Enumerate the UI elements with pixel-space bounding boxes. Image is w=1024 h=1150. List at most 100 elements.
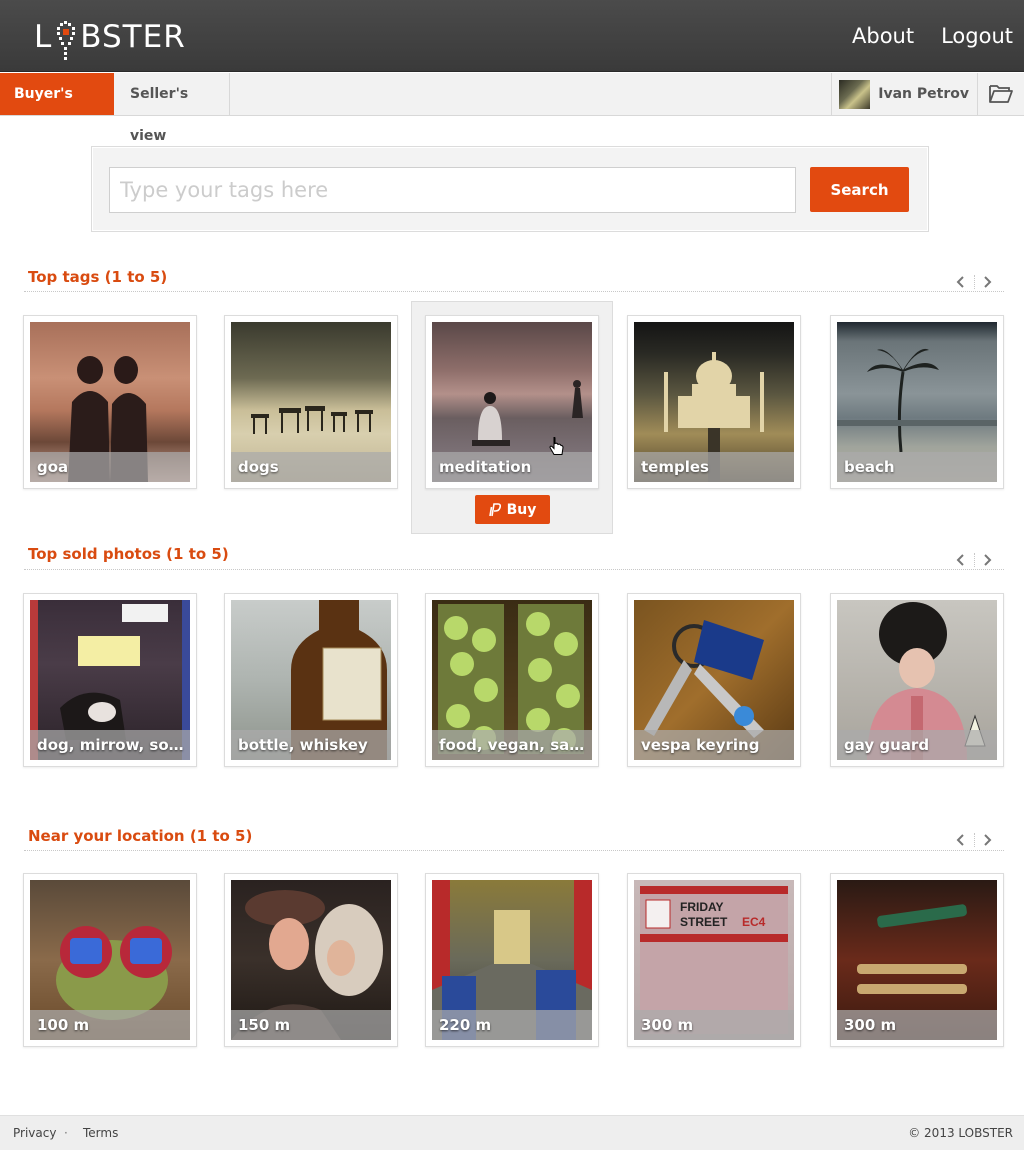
chevron-right-icon <box>984 554 992 566</box>
photo-caption: dogs <box>231 452 391 482</box>
photo-caption: food, vegan, sand... <box>432 730 592 760</box>
photo-thumbnail: FRIDAY STREET EC4 300 m <box>634 880 794 1040</box>
arrow-separator <box>973 833 975 847</box>
page-footer: Privacy · Terms © 2013 LOBSTER <box>0 1115 1024 1150</box>
sold-card-bottle-whiskey[interactable]: bottle, whiskey <box>224 593 398 767</box>
tab-sellers-view[interactable]: Seller's view <box>114 73 230 144</box>
photo-thumbnail: gay guard <box>837 600 997 760</box>
sold-card-dog-mirror[interactable]: dog, mirrow, sorr... <box>23 593 197 767</box>
map-pin-icon <box>53 18 79 64</box>
carousel-arrows <box>952 830 996 850</box>
carousel-arrows <box>952 550 996 570</box>
photo-thumbnail: goa <box>30 322 190 482</box>
chevron-left-icon <box>956 276 964 288</box>
photo-thumbnail: 100 m <box>30 880 190 1040</box>
photo-caption: temples <box>634 452 794 482</box>
svg-text:FRIDAY: FRIDAY <box>680 900 724 914</box>
photo-thumbnail: dogs <box>231 322 391 482</box>
photo-thumbnail: beach <box>837 322 997 482</box>
section-title-near-location: Near your location (1 to 5) <box>28 827 253 845</box>
next-arrow-button[interactable] <box>980 550 996 570</box>
section-divider <box>24 569 1004 570</box>
section-divider <box>24 850 1004 851</box>
photo-caption: 300 m <box>837 1010 997 1040</box>
svg-text:STREET: STREET <box>680 915 728 929</box>
photo-caption: dog, mirrow, sorr... <box>30 730 190 760</box>
buy-label: Buy <box>506 501 537 518</box>
tag-card-dogs[interactable]: dogs <box>224 315 398 489</box>
photo-caption: goa <box>30 452 190 482</box>
arrow-separator <box>973 553 975 567</box>
photo-caption: 150 m <box>231 1010 391 1040</box>
photo-caption: bottle, whiskey <box>231 730 391 760</box>
nearby-card-150m[interactable]: 150 m <box>224 873 398 1047</box>
photo-caption: beach <box>837 452 997 482</box>
footer-separator: · <box>64 1126 68 1140</box>
section-title-top-sold: Top sold photos (1 to 5) <box>28 545 229 563</box>
chevron-right-icon <box>984 834 992 846</box>
photo-thumbnail: vespa keyring <box>634 600 794 760</box>
photo-thumbnail: food, vegan, sand... <box>432 600 592 760</box>
nearby-card-300m[interactable]: 300 m <box>830 873 1004 1047</box>
user-name: Ivan Petrov <box>878 86 969 102</box>
top-nav: About Logout <box>852 0 1024 72</box>
lobster-logo[interactable]: L BSTER <box>34 18 186 64</box>
chevron-left-icon <box>956 834 964 846</box>
nearby-card-100m[interactable]: 100 m <box>23 873 197 1047</box>
logo-text-right: BSTER <box>80 19 186 55</box>
prev-arrow-button[interactable] <box>952 830 968 850</box>
paypal-icon <box>488 502 501 516</box>
search-button[interactable]: Search <box>810 167 909 212</box>
terms-link[interactable]: Terms <box>83 1116 118 1150</box>
avatar <box>839 79 871 109</box>
hand-cursor-icon <box>549 437 564 455</box>
tag-card-meditation[interactable]: meditation <box>425 315 599 489</box>
section-divider <box>24 291 1004 292</box>
tags-search-input[interactable] <box>109 167 796 213</box>
sold-card-food-vegan[interactable]: food, vegan, sand... <box>425 593 599 767</box>
tag-card-goa[interactable]: goa <box>23 315 197 489</box>
photo-thumbnail: bottle, whiskey <box>231 600 391 760</box>
prev-arrow-button[interactable] <box>952 272 968 292</box>
tag-card-beach[interactable]: beach <box>830 315 1004 489</box>
view-tab-bar: Buyer's view Seller's view Ivan Petrov <box>0 73 1024 144</box>
copyright-text: © 2013 LOBSTER <box>908 1126 1013 1140</box>
search-panel: Search <box>91 146 929 232</box>
photo-thumbnail: 150 m <box>231 880 391 1040</box>
sold-card-vespa-keyring[interactable]: vespa keyring <box>627 593 801 767</box>
privacy-link[interactable]: Privacy <box>13 1116 56 1150</box>
photo-thumbnail: temples <box>634 322 794 482</box>
nearby-card-220m[interactable]: 220 m <box>425 873 599 1047</box>
prev-arrow-button[interactable] <box>952 550 968 570</box>
photo-caption: gay guard <box>837 730 997 760</box>
section-title-top-tags: Top tags (1 to 5) <box>28 268 168 286</box>
carousel-arrows <box>952 272 996 292</box>
top-header: L BSTER About Logout <box>0 0 1024 72</box>
buy-button[interactable]: Buy <box>475 495 550 524</box>
photo-caption: 220 m <box>432 1010 592 1040</box>
open-folder-button[interactable] <box>978 73 1024 115</box>
next-arrow-button[interactable] <box>980 272 996 292</box>
photo-thumbnail: meditation <box>432 322 592 482</box>
about-link[interactable]: About <box>852 0 914 72</box>
logo-text-left: L <box>34 19 53 55</box>
photo-thumbnail: 300 m <box>837 880 997 1040</box>
chevron-right-icon <box>984 276 992 288</box>
photo-caption: 100 m <box>30 1010 190 1040</box>
chevron-left-icon <box>956 554 964 566</box>
nearby-card-300m-friday-street[interactable]: FRIDAY STREET EC4 300 m <box>627 873 801 1047</box>
arrow-separator <box>973 275 975 289</box>
tag-card-temples[interactable]: temples <box>627 315 801 489</box>
tab-buyers-view[interactable]: Buyer's view <box>0 73 114 144</box>
photo-thumbnail: 220 m <box>432 880 592 1040</box>
folder-open-icon <box>989 85 1013 103</box>
logout-link[interactable]: Logout <box>941 0 1013 72</box>
sold-card-gay-guard[interactable]: gay guard <box>830 593 1004 767</box>
photo-thumbnail: dog, mirrow, sorr... <box>30 600 190 760</box>
photo-caption: vespa keyring <box>634 730 794 760</box>
photo-caption: 300 m <box>634 1010 794 1040</box>
svg-text:EC4: EC4 <box>742 915 766 929</box>
next-arrow-button[interactable] <box>980 830 996 850</box>
user-profile[interactable]: Ivan Petrov <box>831 73 978 115</box>
photo-caption: meditation <box>432 452 592 482</box>
